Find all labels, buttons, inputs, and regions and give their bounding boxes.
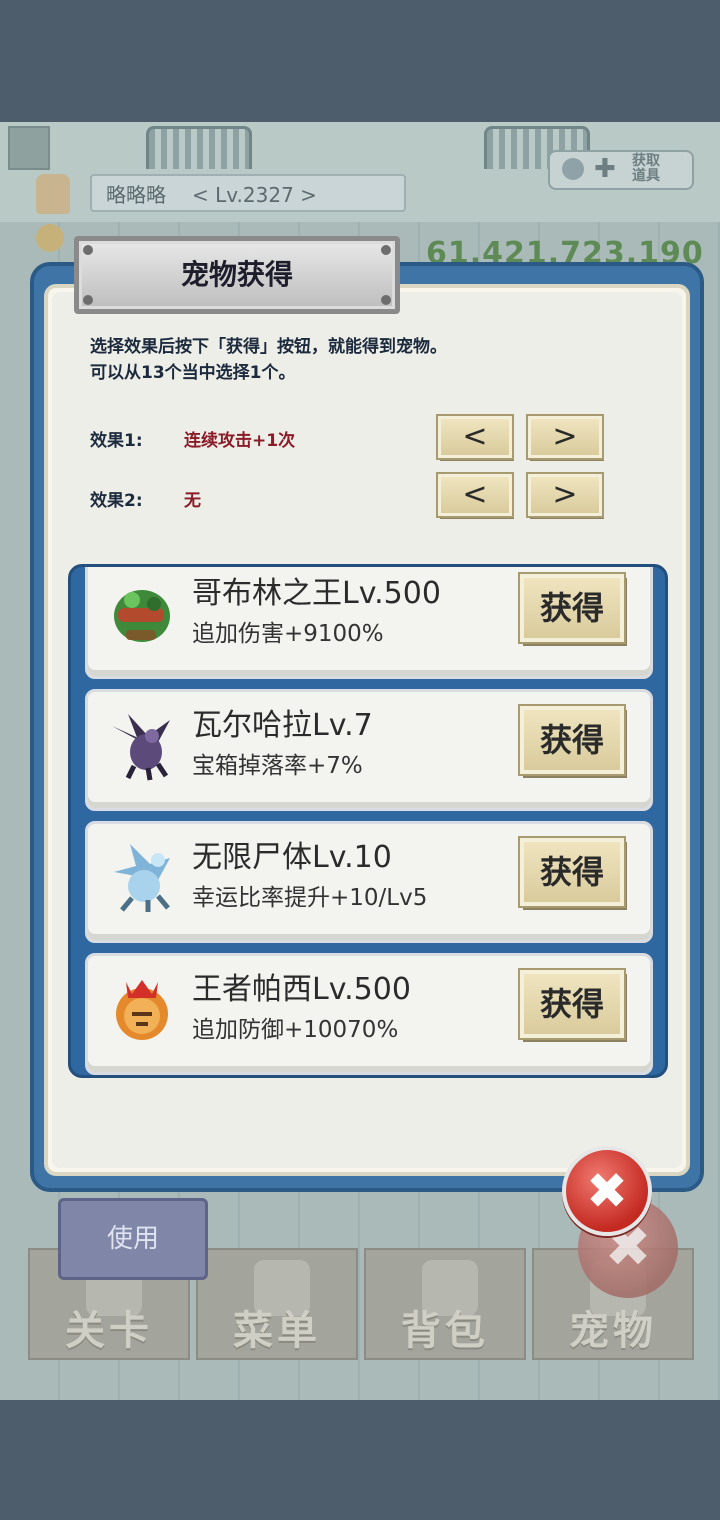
tab-menu[interactable]: 菜单 bbox=[196, 1248, 358, 1360]
player-name: 略略略 bbox=[106, 183, 166, 207]
title-plate: 宠物获得 bbox=[74, 236, 400, 314]
tab-bag[interactable]: 背包 bbox=[364, 1248, 526, 1360]
get-item-button[interactable]: ✚ 获取 道具 bbox=[548, 150, 694, 190]
ice-dragon-icon bbox=[114, 844, 170, 912]
close-icon: ✖ bbox=[586, 1162, 628, 1220]
effect-1-value: 连续攻击+1次 bbox=[184, 431, 296, 451]
obtain-button[interactable]: 获得 bbox=[520, 838, 624, 906]
tab-stage-label: 关卡 bbox=[65, 1308, 153, 1354]
tab-pet-label: 宠物 bbox=[569, 1308, 657, 1354]
effect-2-prev-button[interactable]: < bbox=[438, 474, 512, 516]
close-button[interactable]: ✖ bbox=[562, 1146, 652, 1236]
pet-card: 哥布林之王Lv.500 追加伤害+9100% 获得 bbox=[85, 567, 653, 679]
bench-decoration bbox=[146, 126, 252, 169]
orb-icon bbox=[562, 158, 584, 180]
plus-icon: ✚ bbox=[594, 154, 616, 184]
pet-name: 王者帕西Lv.500 bbox=[192, 972, 411, 1007]
pet-effect: 幸运比率提升+10/Lv5 bbox=[192, 885, 428, 911]
dialog-title: 宠物获得 bbox=[180, 258, 293, 291]
close-icon bbox=[8, 126, 50, 170]
pet-name: 瓦尔哈拉Lv.7 bbox=[192, 708, 373, 743]
pet-effect: 追加防御+10070% bbox=[192, 1017, 399, 1043]
get-item-label: 获取 道具 bbox=[632, 153, 660, 184]
effect-1-prev-button[interactable]: < bbox=[438, 416, 512, 458]
pet-card: 无限尸体Lv.10 幸运比率提升+10/Lv5 获得 bbox=[85, 821, 653, 943]
instruction-line-1: 选择效果后按下「获得」按钮，就能得到宠物。 bbox=[90, 337, 447, 357]
obtain-button[interactable]: 获得 bbox=[520, 706, 624, 774]
tab-bag-label: 背包 bbox=[401, 1308, 489, 1354]
pet-card: 瓦尔哈拉Lv.7 宝箱掉落率+7% 获得 bbox=[85, 689, 653, 811]
effect-1-next-button[interactable]: > bbox=[528, 416, 602, 458]
use-button[interactable]: 使用 bbox=[58, 1198, 208, 1280]
pet-effect: 追加伤害+9100% bbox=[192, 621, 384, 647]
instruction-line-2: 可以从13个当中选择1个。 bbox=[90, 363, 296, 383]
effect-2-next-button[interactable]: > bbox=[528, 474, 602, 516]
pet-list[interactable]: 哥布林之王Lv.500 追加伤害+9100% 获得 瓦尔哈拉Lv.7 宝箱掉落率… bbox=[68, 564, 668, 1078]
pet-card: 王者帕西Lv.500 追加防御+10070% 获得 bbox=[85, 953, 653, 1075]
pet-effect: 宝箱掉落率+7% bbox=[192, 753, 363, 779]
pet-name: 无限尸体Lv.10 bbox=[192, 840, 392, 875]
dark-dragon-icon bbox=[112, 714, 170, 781]
tab-menu-label: 菜单 bbox=[233, 1308, 321, 1354]
player-info-box: 略略略 < Lv.2327 > bbox=[90, 174, 406, 212]
pet-name: 哥布林之王Lv.500 bbox=[192, 576, 441, 611]
player-avatar bbox=[36, 174, 70, 214]
goblin-king-icon bbox=[114, 590, 170, 642]
obtain-button[interactable]: 获得 bbox=[520, 970, 624, 1038]
effect-2-value: 无 bbox=[184, 491, 201, 511]
crowned-lion-icon bbox=[116, 980, 168, 1040]
effect-1-label: 效果1: bbox=[90, 431, 143, 451]
effect-2-label: 效果2: bbox=[90, 491, 143, 511]
obtain-button[interactable]: 获得 bbox=[520, 574, 624, 642]
coin-icon bbox=[36, 224, 64, 252]
player-level: < Lv.2327 > bbox=[192, 183, 317, 207]
